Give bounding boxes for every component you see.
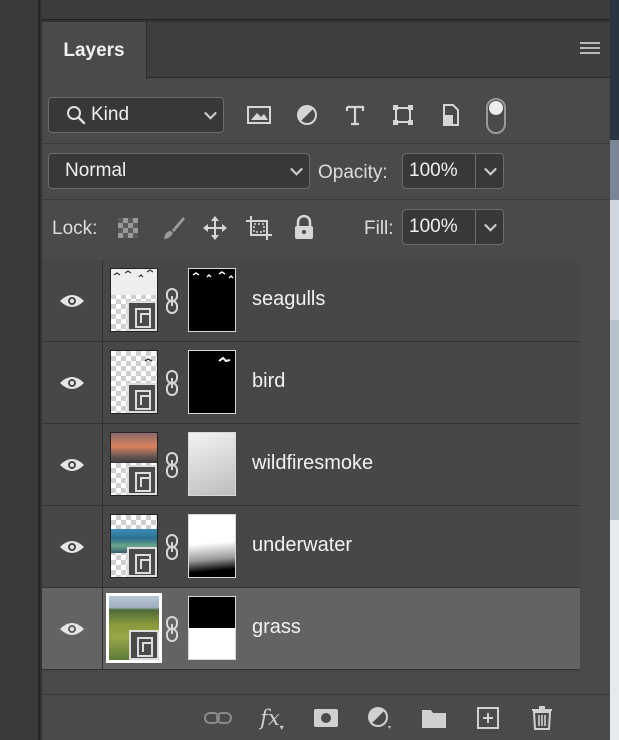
kind-filter-dropdown[interactable]: Kind — [48, 97, 224, 133]
fill-label: Fill: — [364, 218, 394, 239]
adjustment-filter-icon[interactable] — [292, 100, 322, 130]
layer-row-wildfiresmoke[interactable]: wildfiresmoke — [42, 424, 580, 506]
layer-thumbnail[interactable] — [110, 268, 158, 332]
tab-layers[interactable]: Layers — [42, 22, 147, 79]
lock-artboard-icon[interactable] — [244, 213, 274, 243]
fill-field[interactable]: 100% — [402, 209, 504, 245]
smart-object-badge-icon — [129, 630, 159, 660]
link-icon[interactable] — [164, 452, 180, 478]
opacity-chevron-icon[interactable] — [484, 162, 497, 176]
fx-icon[interactable]: fx ▾ — [258, 705, 286, 732]
link-icon[interactable] — [164, 616, 180, 642]
new-layer-icon[interactable] — [474, 705, 502, 731]
link-layers-icon[interactable] — [204, 705, 232, 731]
layer-mask-thumbnail[interactable] — [188, 268, 236, 332]
layer-thumbnail[interactable] — [110, 514, 158, 578]
chevron-down-icon — [290, 162, 303, 176]
smart-object-badge-icon — [127, 301, 157, 331]
layers-bottom-toolbar: fx ▾ — [42, 694, 610, 740]
layer-name[interactable]: seagulls — [252, 288, 325, 311]
layer-thumbnail[interactable] — [106, 593, 162, 663]
layer-row-grass[interactable]: grass — [42, 588, 580, 670]
smart-object-filter-icon[interactable] — [436, 100, 466, 130]
layer-mask-thumbnail[interactable] — [188, 432, 236, 496]
layer-row-seagulls[interactable]: seagulls — [42, 260, 580, 342]
eye-icon[interactable] — [59, 457, 85, 473]
image-filter-icon[interactable] — [244, 100, 274, 130]
eye-icon[interactable] — [59, 375, 85, 391]
link-icon[interactable] — [164, 288, 180, 314]
layer-name[interactable]: underwater — [252, 534, 352, 557]
eye-icon[interactable] — [59, 293, 85, 309]
canvas-edge — [610, 0, 619, 740]
kind-filter-label: Kind — [91, 104, 130, 125]
layer-row-underwater[interactable]: underwater — [42, 506, 580, 588]
opacity-label: Opacity: — [318, 162, 388, 183]
add-mask-icon[interactable] — [312, 705, 340, 731]
layers-panel: Layers Kind Normal Opacity: 100% Lock: F… — [42, 22, 610, 740]
link-icon[interactable] — [164, 534, 180, 560]
layer-thumbnail[interactable] — [110, 432, 158, 496]
layer-row-bird[interactable]: bird — [42, 342, 580, 424]
blend-mode-dropdown[interactable]: Normal — [48, 153, 310, 189]
search-icon — [67, 106, 86, 125]
panel-menu-icon[interactable] — [580, 42, 600, 56]
layer-thumbnail[interactable] — [110, 350, 158, 414]
lock-all-icon[interactable] — [289, 213, 319, 243]
chevron-down-icon — [204, 106, 217, 120]
layer-name[interactable]: grass — [252, 616, 301, 639]
smart-object-badge-icon — [127, 547, 157, 577]
delete-layer-icon[interactable] — [528, 705, 556, 731]
left-gutter — [0, 0, 38, 740]
filter-toggle-icon[interactable] — [486, 98, 506, 134]
layers-list: seagulls bird wildfiresmoke underwater g… — [42, 260, 580, 672]
lock-transparent-pixels-icon[interactable] — [113, 213, 143, 243]
layer-name[interactable]: bird — [252, 370, 285, 393]
new-group-icon[interactable] — [420, 705, 448, 731]
type-filter-icon[interactable] — [340, 100, 370, 130]
lock-label: Lock: — [52, 218, 98, 239]
collapsed-panel-bar — [42, 0, 610, 20]
layer-mask-thumbnail[interactable] — [188, 350, 236, 414]
link-icon[interactable] — [164, 370, 180, 396]
smart-object-badge-icon — [127, 383, 157, 413]
tab-layers-label: Layers — [63, 39, 125, 61]
fx-label: fx — [260, 706, 280, 730]
panel-tab-bar: Layers — [42, 22, 610, 79]
layer-mask-thumbnail[interactable] — [188, 514, 236, 578]
eye-icon[interactable] — [59, 621, 85, 637]
opacity-value[interactable]: 100% — [409, 160, 458, 182]
lock-position-icon[interactable] — [200, 213, 230, 243]
eye-icon[interactable] — [59, 539, 85, 555]
fill-chevron-icon[interactable] — [484, 218, 497, 232]
lock-image-pixels-icon[interactable] — [159, 213, 189, 243]
smart-object-badge-icon — [127, 465, 157, 495]
shape-filter-icon[interactable] — [388, 100, 418, 130]
layers-scrollbar-track[interactable] — [580, 260, 610, 672]
panel-divider[interactable] — [38, 0, 40, 740]
opacity-field[interactable]: 100% — [402, 153, 504, 189]
layer-mask-thumbnail[interactable] — [188, 596, 236, 660]
fill-value[interactable]: 100% — [409, 216, 458, 238]
layer-name[interactable]: wildfiresmoke — [252, 452, 373, 475]
blend-mode-value: Normal — [65, 160, 127, 181]
adjustment-layer-icon[interactable] — [366, 705, 394, 731]
